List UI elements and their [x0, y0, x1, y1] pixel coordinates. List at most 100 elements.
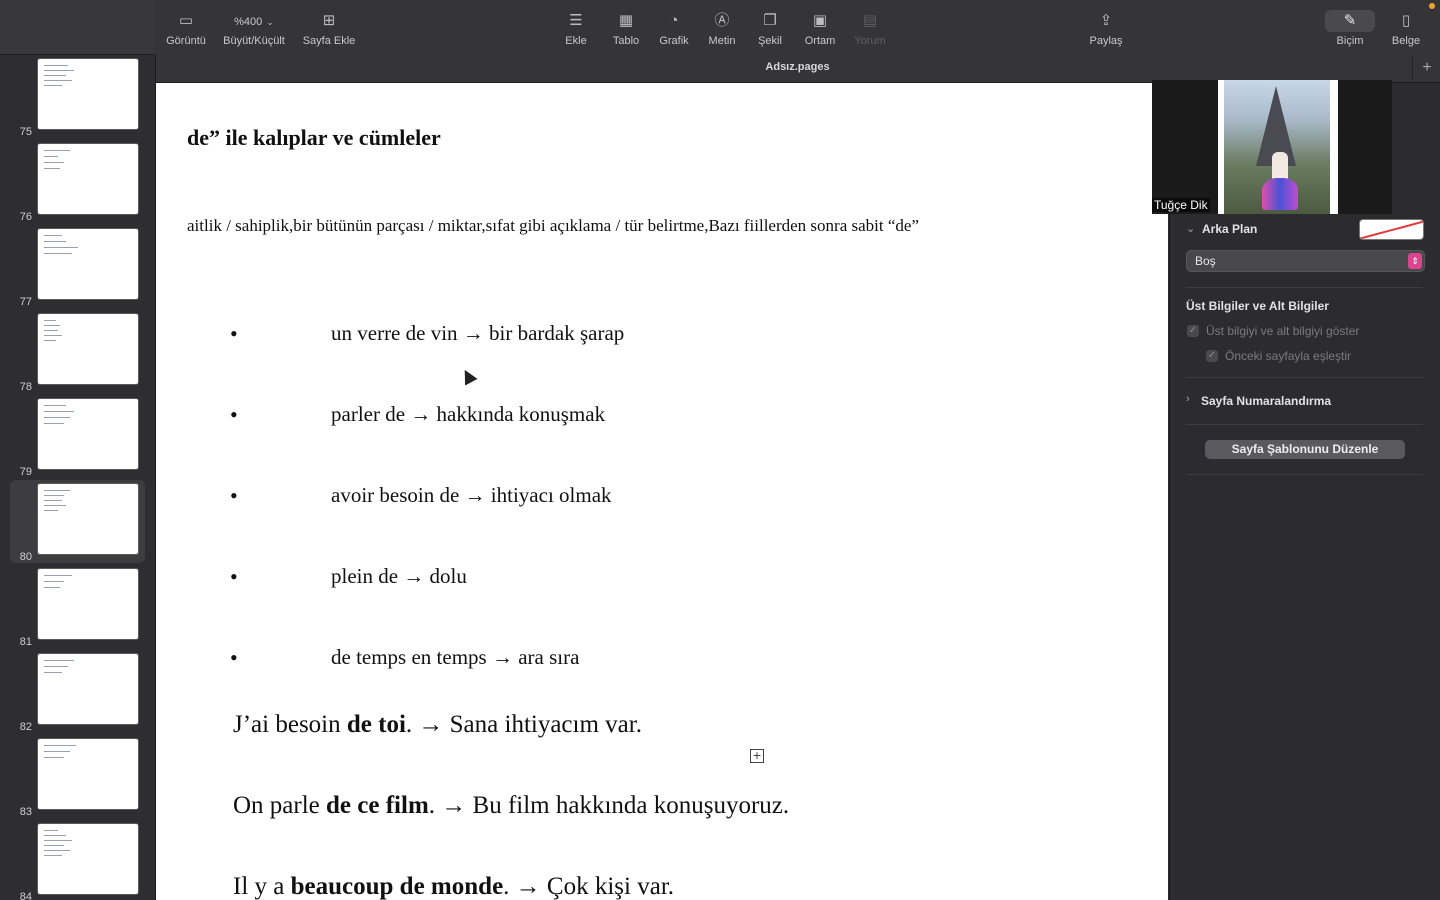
- chevron-right-icon[interactable]: ›: [1186, 393, 1190, 405]
- page-preview: [37, 483, 139, 555]
- view-button[interactable]: ▭ Görüntü: [151, 10, 221, 47]
- page-thumbnail[interactable]: 75: [10, 55, 145, 138]
- mouse-pointer-icon: [458, 366, 478, 386]
- match-previous-label: Önceki sayfayla eşleştir: [1225, 349, 1352, 363]
- page-number: 84: [19, 891, 32, 900]
- page-thumbnail[interactable]: 81: [10, 565, 145, 648]
- sidebar-icon: ▭: [178, 12, 194, 29]
- share-label: Paylaş: [1089, 35, 1123, 47]
- page-preview: [37, 653, 139, 725]
- example-translation: . → Bu film hakkında konuşuyoruz.: [428, 792, 790, 819]
- page-preview: [37, 228, 139, 300]
- background-color-swatch[interactable]: [1359, 219, 1424, 240]
- add-page-button[interactable]: ⊞ Sayfa Ekle: [294, 10, 364, 47]
- page-thumbnail[interactable]: 83: [10, 735, 145, 818]
- page-number: 83: [19, 806, 32, 818]
- example-translation: . → Çok kişi var.: [503, 873, 675, 900]
- page-thumbnail[interactable]: 82: [10, 650, 145, 733]
- example-bold-text: de ce film: [326, 792, 429, 819]
- zoom-label: Büyüt/Küçült: [223, 35, 285, 47]
- page-preview: [37, 143, 139, 215]
- page-number: 78: [19, 381, 32, 393]
- table-move-handle-icon[interactable]: +: [750, 749, 764, 763]
- toolbar: ▭ Görüntü %400 ⌄ Büyüt/Küçült ⊞ Sayfa Ek…: [0, 0, 1440, 83]
- page-thumbnail[interactable]: 77: [10, 225, 145, 308]
- page-thumbnail[interactable]: 78: [10, 310, 145, 393]
- example-text: J’ai besoin: [233, 711, 347, 738]
- document-intro-paragraph[interactable]: aitlik / sahiplik,bir bütünün parçası / …: [187, 216, 919, 236]
- background-section-title[interactable]: Arka Plan: [1202, 222, 1257, 236]
- page-numbering-section-title[interactable]: Sayfa Numaralandırma: [1201, 394, 1331, 408]
- example-translation: . → Sana ihtiyacım var.: [405, 711, 642, 738]
- page-preview: [37, 58, 139, 130]
- page-preview: [37, 823, 139, 895]
- comment-icon: ▤: [862, 12, 878, 29]
- paintbrush-icon: ✎: [1325, 10, 1375, 32]
- page-thumbnail-selected[interactable]: 80: [10, 480, 145, 563]
- background-fill-select[interactable]: Boş ⇕: [1186, 250, 1425, 272]
- zoom-button[interactable]: %400 ⌄ Büyüt/Küçült: [219, 10, 289, 47]
- person-skirt-shape: [1262, 178, 1298, 210]
- match-previous-checkbox[interactable]: ✓: [1206, 350, 1218, 362]
- example-text: On parle: [233, 792, 327, 819]
- document-icon: ▯: [1401, 12, 1411, 29]
- example-sentence[interactable]: Il y a beaucoup de monde. → Çok kişi var…: [233, 873, 674, 900]
- bullet-text: un verre de vin → bir bardak şarap: [331, 321, 625, 345]
- page-number: 81: [19, 636, 32, 648]
- bullet-dot: •: [230, 564, 238, 589]
- divider: [1186, 377, 1423, 378]
- example-bold-text: de toi: [346, 711, 406, 738]
- person-shape: [1272, 152, 1288, 180]
- bullet-text: avoir besoin de → ihtiyacı olmak: [331, 483, 612, 507]
- chevron-down-icon[interactable]: ⌄: [1186, 222, 1195, 235]
- show-header-footer-label: Üst bilgiyi ve alt bilgiyi göster: [1206, 324, 1360, 338]
- comment-button[interactable]: ▤ Yorum: [835, 10, 905, 47]
- edit-page-template-button[interactable]: Sayfa Şablonunu Düzenle: [1205, 440, 1405, 459]
- share-button[interactable]: ⇪ Paylaş: [1071, 10, 1141, 47]
- bullet-dot: •: [230, 402, 238, 427]
- toolbar-sidebar-strip: [0, 0, 155, 55]
- page-preview: [37, 738, 139, 810]
- divider: [1186, 287, 1423, 288]
- page-number: 80: [19, 551, 32, 563]
- bullet-text: parler de → hakkında konuşmak: [331, 402, 606, 426]
- show-header-footer-checkbox[interactable]: ✓: [1187, 325, 1199, 337]
- document-canvas[interactable]: de” ile kalıplar ve cümleler aitlik / sa…: [156, 83, 1168, 900]
- page-number: 82: [19, 721, 32, 733]
- page-number: 77: [19, 296, 32, 308]
- header-footer-section-title: Üst Bilgiler ve Alt Bilgiler: [1186, 299, 1329, 313]
- page-thumbnail[interactable]: 76: [10, 140, 145, 223]
- example-sentence[interactable]: On parle de ce film. → Bu film hakkında …: [233, 792, 789, 820]
- page-preview: [37, 398, 139, 470]
- add-page-label: Sayfa Ekle: [302, 35, 356, 47]
- chevron-down-icon: ⌄: [266, 17, 274, 27]
- bullet-text: de temps en temps → ara sıra: [331, 645, 580, 669]
- page-number: 76: [19, 211, 32, 223]
- share-icon: ⇪: [1099, 12, 1113, 29]
- page-thumbnail[interactable]: 84: [10, 820, 145, 900]
- page-thumbnail[interactable]: 79: [10, 395, 145, 478]
- page-thumbnails-sidebar[interactable]: 75 76 77 78 79 80 81 82 83 84: [0, 55, 156, 900]
- document-label: Belge: [1391, 35, 1421, 47]
- example-sentence[interactable]: J’ai besoin de toi. → Sana ihtiyacım var…: [233, 711, 642, 739]
- divider: [1186, 424, 1423, 425]
- comment-label: Yorum: [854, 35, 886, 47]
- video-call-thumbnail[interactable]: Tuğçe Dik: [1152, 80, 1392, 214]
- participant-video: [1224, 80, 1330, 214]
- page-preview: [37, 568, 139, 640]
- video-frame: [1218, 80, 1338, 214]
- select-arrows-icon: ⇕: [1408, 253, 1422, 269]
- zoom-value: %400: [234, 16, 263, 28]
- document-button[interactable]: ▯ Belge: [1371, 10, 1440, 47]
- bullet-dot: •: [230, 483, 238, 508]
- bullet-text: plein de → dolu: [331, 564, 467, 588]
- new-tab-plus-icon[interactable]: +: [1412, 56, 1440, 80]
- document-title: Adsız.pages: [765, 61, 830, 73]
- notification-dot: [1429, 3, 1435, 9]
- bullet-dot: •: [230, 321, 238, 346]
- zoom-dropdown: %400 ⌄: [219, 10, 289, 32]
- background-fill-value: Boş: [1195, 254, 1216, 268]
- bullet-dot: •: [230, 645, 238, 670]
- page-number: 79: [19, 466, 32, 478]
- document-heading[interactable]: de” ile kalıplar ve cümleler: [187, 125, 441, 151]
